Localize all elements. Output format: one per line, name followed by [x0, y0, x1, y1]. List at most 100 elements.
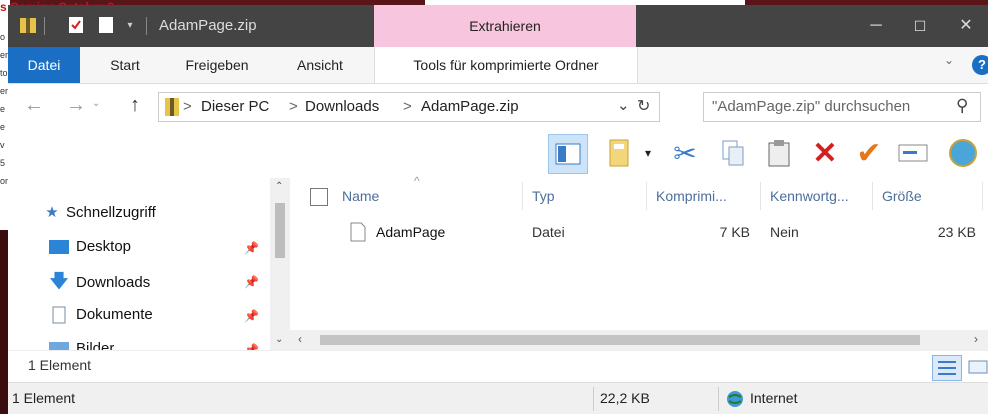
- up-arrow-icon[interactable]: ↑: [130, 94, 140, 117]
- breadcrumb-zip[interactable]: AdamPage.zip: [421, 98, 519, 115]
- close-button[interactable]: ✕: [944, 5, 988, 47]
- pane-dropdown-icon[interactable]: ▾: [638, 134, 658, 172]
- horizontal-scrollbar[interactable]: ‹ ›: [290, 330, 988, 350]
- minimize-button[interactable]: ─: [854, 5, 898, 47]
- horizontal-scroll-thumb[interactable]: [320, 335, 920, 345]
- rename-icon[interactable]: [894, 134, 932, 172]
- address-row: ← → ⌄ ↑ > Dieser PC > Downloads > AdamPa…: [8, 84, 988, 128]
- background-text-fragment: o: [0, 32, 6, 42]
- breadcrumb-downloads[interactable]: Downloads: [305, 98, 379, 115]
- file-name[interactable]: AdamPage: [376, 224, 445, 240]
- nav-quick-access[interactable]: ★ Schnellzugriff: [44, 201, 156, 225]
- column-divider[interactable]: [982, 182, 983, 210]
- status-zone: Internet: [750, 390, 798, 406]
- column-divider[interactable]: [522, 182, 523, 210]
- new-folder-icon[interactable]: [96, 13, 116, 37]
- pin-icon[interactable]: 📌: [244, 275, 259, 289]
- breadcrumb-sep: >: [183, 98, 192, 115]
- help-button[interactable]: ?: [972, 55, 988, 75]
- cut-icon[interactable]: ✂: [666, 134, 704, 172]
- background-text-fragment: v: [0, 140, 5, 150]
- nav-item-label: Dokumente: [76, 306, 153, 323]
- command-toolbar: ▾ ✂ ✕ ✔: [8, 128, 988, 178]
- scroll-down-icon[interactable]: ⌄: [275, 334, 283, 345]
- breadcrumb-sep: >: [403, 98, 412, 115]
- tab-file[interactable]: Datei: [8, 47, 80, 83]
- search-input[interactable]: "AdamPage.zip" durchsuchen ⚲: [703, 92, 981, 122]
- large-icons-view-icon[interactable]: [966, 355, 988, 379]
- nav-scrollbar[interactable]: ⌃ ⌄: [270, 178, 290, 350]
- paste-icon[interactable]: [760, 134, 798, 172]
- maximize-button[interactable]: ☐: [898, 5, 942, 47]
- preview-pane-icon[interactable]: [602, 134, 640, 172]
- desktop-icon: [48, 235, 70, 259]
- scroll-left-icon[interactable]: ‹: [298, 332, 302, 346]
- refresh-icon[interactable]: ↻: [637, 96, 650, 116]
- customize-quick-access-icon[interactable]: ▾: [120, 13, 140, 37]
- search-placeholder: "AdamPage.zip" durchsuchen: [712, 98, 911, 115]
- file-icon: [350, 222, 366, 245]
- tab-share[interactable]: Freigeben: [170, 47, 264, 83]
- file-password: Nein: [770, 224, 799, 240]
- file-size: 23 KB: [937, 224, 976, 240]
- status-size: 22,2 KB: [600, 390, 650, 406]
- tab-view[interactable]: Ansicht: [280, 47, 360, 83]
- column-header-password[interactable]: Kennwortg...: [770, 178, 849, 214]
- breadcrumb-this-pc[interactable]: Dieser PC: [201, 98, 269, 115]
- properties-icon[interactable]: [66, 13, 86, 37]
- back-arrow-icon[interactable]: ←: [24, 94, 44, 117]
- status-divider: [593, 387, 594, 411]
- pin-icon[interactable]: 📌: [244, 343, 259, 350]
- nav-item-label: Desktop: [76, 238, 132, 255]
- download-arrow-icon: 🡇: [49, 271, 69, 291]
- scroll-up-icon[interactable]: ⌃: [275, 181, 283, 192]
- select-all-checkbox[interactable]: [310, 188, 328, 206]
- pin-icon[interactable]: 📌: [244, 241, 259, 255]
- collapse-ribbon-icon[interactable]: ⌄: [944, 53, 954, 67]
- nav-quick-access-label: Schnellzugriff: [66, 204, 156, 221]
- column-header-size[interactable]: Größe: [882, 178, 922, 214]
- navigation-pane-icon[interactable]: [548, 134, 588, 174]
- nav-item-documents[interactable]: Dokumente: [48, 303, 153, 327]
- star-icon: ★: [45, 204, 59, 221]
- column-divider[interactable]: [872, 182, 873, 210]
- pin-icon[interactable]: 📌: [244, 309, 259, 323]
- column-header-name[interactable]: Name: [342, 178, 379, 214]
- forward-arrow-icon[interactable]: →: [66, 94, 86, 117]
- nav-item-pictures[interactable]: Bilder: [48, 337, 114, 350]
- status-item-count: 1 Element: [12, 390, 76, 406]
- column-divider[interactable]: [646, 182, 647, 210]
- tab-compressed-tools-label: Tools für komprimierte Ordner: [413, 57, 599, 73]
- nav-scroll-thumb[interactable]: [275, 203, 285, 258]
- tab-start[interactable]: Start: [90, 47, 160, 83]
- background-text-fragment: er: [0, 50, 9, 60]
- details-view-icon[interactable]: [932, 355, 962, 381]
- window-title: AdamPage.zip: [159, 17, 257, 34]
- column-header-type[interactable]: Typ: [532, 178, 555, 214]
- tab-compressed-tools[interactable]: Tools für komprimierte Ordner: [374, 47, 638, 83]
- address-bar[interactable]: > Dieser PC > Downloads > AdamPage.zip ⌄…: [158, 92, 660, 122]
- context-tab-extract[interactable]: Extrahieren: [374, 5, 636, 47]
- search-icon[interactable]: ⚲: [956, 96, 968, 116]
- column-divider[interactable]: [760, 182, 761, 210]
- delete-icon[interactable]: ✕: [806, 134, 844, 172]
- status-divider: [718, 387, 719, 411]
- recent-locations-icon[interactable]: ⌄: [92, 98, 100, 109]
- folder-icon: [18, 13, 38, 37]
- scroll-right-icon[interactable]: ›: [974, 332, 978, 346]
- document-icon: [48, 303, 70, 327]
- nav-item-downloads[interactable]: 🡇 Downloads: [48, 269, 150, 293]
- info-bar: 1 Element: [8, 350, 988, 381]
- globe-icon[interactable]: [944, 134, 982, 172]
- file-compressed-size: 7 KB: [719, 224, 750, 240]
- pictures-icon: [48, 337, 70, 350]
- zip-folder-icon: [165, 97, 179, 120]
- nav-item-desktop[interactable]: Desktop: [48, 235, 131, 259]
- nav-item-label: Bilder: [76, 340, 115, 350]
- column-header-compressed[interactable]: Komprimi...: [656, 178, 727, 214]
- background-text-fragment: or: [0, 176, 9, 186]
- copy-icon[interactable]: [714, 134, 752, 172]
- checkmark-icon[interactable]: ✔: [850, 134, 888, 172]
- explorer-window: ▾ AdamPage.zip Extrahieren ─ ☐ ✕ Datei S…: [8, 5, 988, 414]
- address-dropdown-icon[interactable]: ⌄: [617, 96, 630, 114]
